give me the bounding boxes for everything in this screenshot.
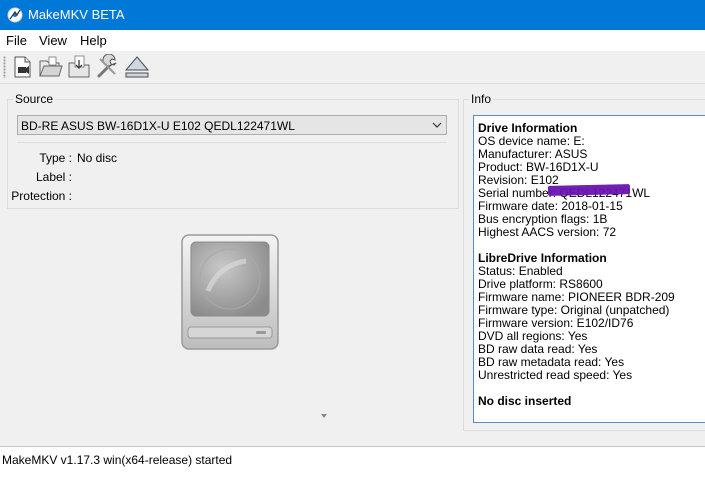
- info-panel[interactable]: Drive Information OS device name: E: Manuf…: [473, 115, 705, 423]
- type-label: Type :: [39, 151, 72, 165]
- redaction-mark: [547, 184, 631, 196]
- info-heading: No disc inserted: [478, 394, 572, 408]
- source-legend: Source: [13, 92, 56, 106]
- eject-button[interactable]: [124, 54, 150, 80]
- backup-icon: [68, 55, 90, 78]
- expand-arrow-icon[interactable]: [321, 414, 327, 418]
- status-log[interactable]: MakeMKV v1.17.3 win(x64-release) started: [0, 447, 705, 480]
- makemkv-app-icon: [7, 7, 23, 23]
- drive-select-value: BD-RE ASUS BW-16D1X-U E102 QEDL122471WL: [21, 119, 295, 133]
- backup-button[interactable]: [66, 54, 92, 80]
- source-group: Source BD-RE ASUS BW-16D1X-U E102 QEDL12…: [7, 92, 459, 209]
- protection-label: Protection :: [11, 189, 72, 203]
- chevron-down-icon: [432, 122, 442, 128]
- title-bar[interactable]: MakeMKV BETA: [0, 0, 705, 30]
- toolbar-grip[interactable]: [3, 56, 6, 78]
- open-disc-icon: [39, 56, 63, 77]
- source-divider: [17, 142, 447, 143]
- info-line: Unrestricted read speed: Yes: [478, 368, 633, 382]
- toolbar: [0, 51, 705, 84]
- menu-view[interactable]: View: [39, 33, 67, 48]
- menu-file[interactable]: File: [6, 33, 27, 48]
- menu-help[interactable]: Help: [80, 33, 107, 48]
- info-group: Info Drive Information OS device name: E:…: [463, 92, 705, 431]
- preferences-icon: [97, 54, 117, 78]
- open-files-button[interactable]: [9, 54, 35, 80]
- drive-select[interactable]: BD-RE ASUS BW-16D1X-U E102 QEDL122471WL: [17, 115, 447, 135]
- info-legend: Info: [469, 92, 494, 106]
- type-value: No disc: [77, 151, 118, 165]
- status-message: MakeMKV v1.17.3 win(x64-release) started: [2, 453, 233, 467]
- preferences-button[interactable]: [95, 54, 121, 80]
- window-title: MakeMKV BETA: [28, 7, 125, 22]
- open-files-icon: [14, 56, 31, 78]
- eject-icon: [124, 56, 150, 78]
- menu-bar: File View Help: [0, 30, 705, 51]
- open-disc-button[interactable]: [37, 54, 63, 80]
- label-label: Label :: [35, 170, 72, 184]
- disc-drive-icon: [181, 234, 279, 350]
- info-line: Highest AACS version: 72: [478, 225, 617, 239]
